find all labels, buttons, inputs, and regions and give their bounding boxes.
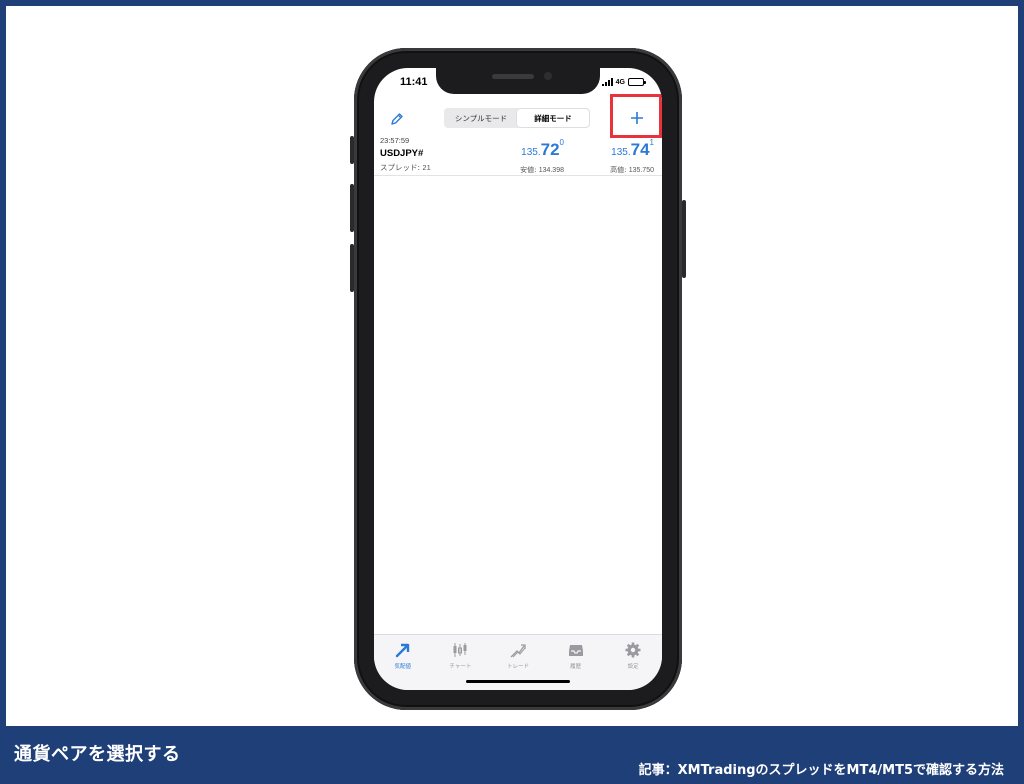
tab-label: 履歴 [570,664,582,670]
low-price: 安値: 134.398 [520,165,564,175]
tab-label: 気配値 [394,664,412,670]
low-value: 134.398 [538,167,564,174]
ask-price: 135.741 [611,138,654,160]
tab-settings[interactable]: 設定 [604,635,662,690]
ask-price-pips: 74 [630,140,650,159]
add-symbol-button[interactable] [625,106,649,130]
bid-price-prefix: 135. [521,147,541,158]
quote-row-usdjpy[interactable]: 23:57:59 USDJPY# スプレッド: 21 135.720 安値: 1… [374,134,662,176]
high-value: 135.750 [628,167,654,174]
network-label: 4G [615,78,625,86]
home-indicator[interactable] [466,680,570,683]
history-inbox-icon [568,645,583,656]
caption-title: 通貨ペアを選択する [14,744,181,765]
volume-down-button [350,244,354,292]
high-label: 高値: [610,166,627,174]
low-label: 安値: [520,166,537,174]
pencil-edit-icon[interactable] [388,110,406,128]
quotes-toolbar: シンプルモード 詳細モード [374,94,662,138]
tab-quotes[interactable]: 気配値 [374,635,432,690]
high-price: 高値: 135.750 [610,165,654,175]
status-indicators: 4G [601,78,646,86]
detail-mode-segment[interactable]: 詳細モード [517,109,589,127]
battery-icon [628,78,646,86]
tab-label: 設定 [627,664,639,670]
quotes-icon [395,643,409,658]
gear-icon [625,642,641,658]
tab-label: チャート [449,664,472,670]
status-time: 11:41 [400,76,428,88]
caption-article: 記事：XMTradingのスプレッドをMT4/MT5で確認する方法 [638,763,1004,778]
plus-icon [631,112,643,124]
spread-value: 21 [422,163,431,172]
signal-icon [601,78,613,86]
volume-up-button [350,184,354,232]
simple-mode-segment[interactable]: シンプルモード [445,109,517,127]
content-canvas: 11:41 4G シンプルモード 詳細モード 23:57:59 USDJPY# … [6,6,1018,726]
tab-label: トレード [506,664,529,670]
candlestick-chart-icon [453,643,467,657]
quote-spread: スプレッド: 21 [380,162,431,173]
ask-price-point: 1 [649,138,654,147]
bid-price-pips: 72 [540,140,560,159]
mode-segmented-control: シンプルモード 詳細モード [444,108,590,128]
phone-frame: 11:41 4G シンプルモード 詳細モード 23:57:59 USDJPY# … [350,48,686,710]
power-button [682,200,686,278]
speaker-grille [492,74,534,79]
ask-price-prefix: 135. [611,147,631,158]
quote-time: 23:57:59 [380,136,410,145]
silent-switch [350,136,354,164]
spread-label: スプレッド: [380,163,421,172]
bid-price: 135.720 [521,138,564,160]
camera-icon [544,72,552,80]
trade-icon [510,644,526,658]
phone-notch [436,68,600,94]
bid-price-point: 0 [559,138,564,147]
quote-symbol: USDJPY# [380,148,424,159]
phone-screen: 11:41 4G シンプルモード 詳細モード 23:57:59 USDJPY# … [374,68,662,690]
